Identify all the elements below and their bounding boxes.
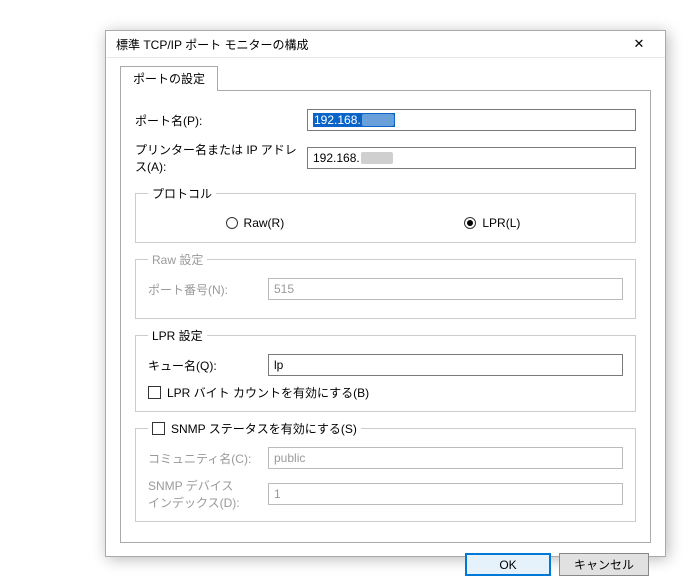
- port-name-value-prefix: 192.168.: [314, 113, 361, 127]
- radio-icon: [226, 217, 238, 229]
- snmp-community-input: [268, 447, 623, 469]
- button-bar: OK キャンセル: [120, 543, 651, 576]
- lpr-legend: LPR 設定: [148, 327, 207, 344]
- group-snmp: SNMP ステータスを有効にする(S) コミュニティ名(C): SNMP デバイ…: [135, 420, 636, 522]
- radio-raw-label: Raw(R): [244, 216, 285, 230]
- snmp-index-input: [268, 483, 623, 505]
- radio-icon: [464, 217, 476, 229]
- snmp-index-label: SNMP デバイス インデックス(D):: [148, 477, 268, 511]
- cancel-button[interactable]: キャンセル: [559, 553, 649, 576]
- group-raw: Raw 設定 ポート番号(N):: [135, 251, 636, 319]
- tab-strip: ポートの設定: [120, 68, 651, 90]
- port-name-input[interactable]: 192.168.: [307, 109, 636, 131]
- tab-page: ポート名(P): 192.168. プリンター名または IP アドレス(A): …: [120, 90, 651, 543]
- port-name-label: ポート名(P):: [135, 112, 307, 129]
- printer-value-prefix: 192.168.: [313, 151, 360, 165]
- titlebar: 標準 TCP/IP ポート モニターの構成 ✕: [106, 31, 665, 58]
- raw-port-number-label: ポート番号(N):: [148, 281, 268, 298]
- row-port-name: ポート名(P): 192.168.: [135, 109, 636, 131]
- snmp-community-label: コミュニティ名(C):: [148, 450, 268, 467]
- row-printer: プリンター名または IP アドレス(A): 192.168.: [135, 141, 636, 175]
- protocol-legend: プロトコル: [148, 185, 216, 202]
- tab-label: ポートの設定: [133, 72, 205, 86]
- checkbox-icon: [148, 386, 161, 399]
- dialog-window: 標準 TCP/IP ポート モニターの構成 ✕ ポートの設定 ポート名(P): …: [105, 30, 666, 557]
- lpr-queue-label: キュー名(Q):: [148, 357, 268, 374]
- snmp-enable-label: SNMP ステータスを有効にする(S): [171, 422, 357, 436]
- ok-button[interactable]: OK: [465, 553, 551, 576]
- group-lpr: LPR 設定 キュー名(Q): LPR バイト カウントを有効にする(B): [135, 327, 636, 412]
- radio-lpr-label: LPR(L): [482, 216, 520, 230]
- ok-label: OK: [499, 558, 516, 572]
- snmp-enable-checkbox[interactable]: SNMP ステータスを有効にする(S): [152, 422, 357, 436]
- printer-value-redacted: [361, 152, 393, 164]
- client-area: ポートの設定 ポート名(P): 192.168. プリンター名または IP アド…: [106, 58, 665, 584]
- window-title: 標準 TCP/IP ポート モニターの構成: [116, 36, 619, 53]
- raw-legend: Raw 設定: [148, 251, 207, 268]
- checkbox-icon: [152, 422, 165, 435]
- lpr-bytecount-checkbox[interactable]: LPR バイト カウントを有効にする(B): [148, 384, 369, 401]
- close-icon: ✕: [634, 36, 645, 52]
- lpr-bytecount-label: LPR バイト カウントを有効にする(B): [167, 386, 369, 400]
- printer-input[interactable]: 192.168.: [307, 147, 636, 169]
- printer-label: プリンター名または IP アドレス(A):: [135, 141, 307, 175]
- cancel-label: キャンセル: [574, 556, 634, 573]
- group-protocol: プロトコル Raw(R) LPR(L): [135, 185, 636, 243]
- radio-lpr[interactable]: LPR(L): [362, 216, 623, 230]
- tab-port-settings[interactable]: ポートの設定: [120, 66, 218, 91]
- radio-raw[interactable]: Raw(R): [148, 216, 362, 230]
- raw-port-number-input: [268, 278, 623, 300]
- port-name-value-redacted: [362, 114, 394, 126]
- close-button[interactable]: ✕: [619, 31, 659, 57]
- lpr-queue-input[interactable]: [268, 354, 623, 376]
